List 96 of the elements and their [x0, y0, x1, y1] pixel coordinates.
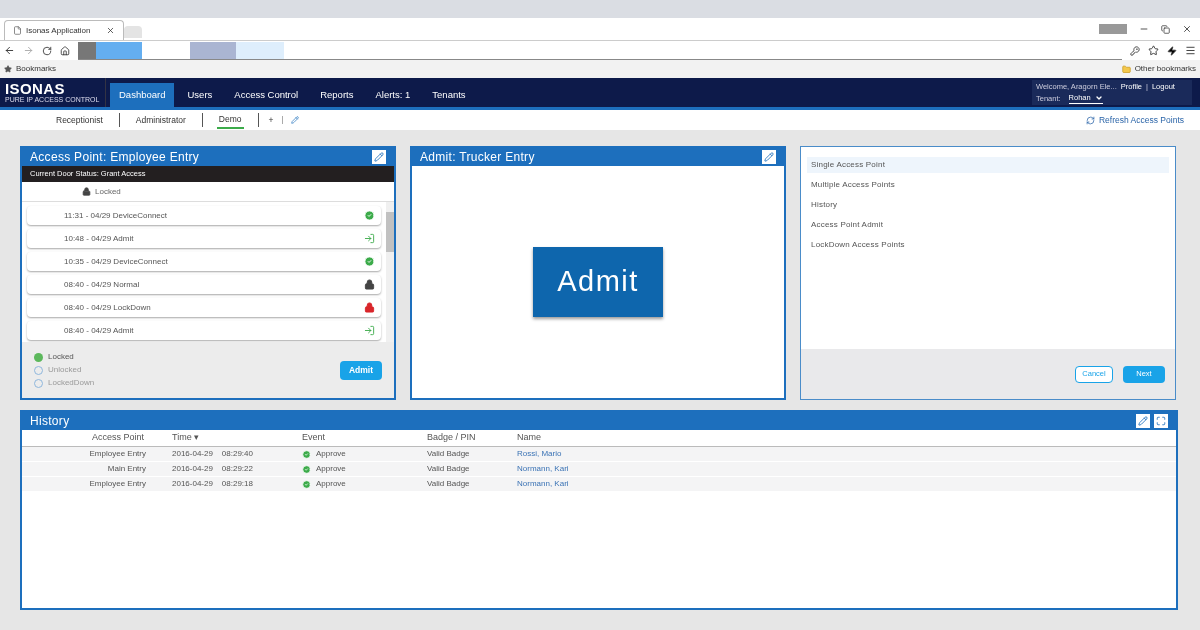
view-tab[interactable]: Demo [216, 111, 244, 129]
home-icon[interactable] [60, 45, 70, 56]
check-icon [364, 256, 375, 267]
wizard-option[interactable]: Single Access Point [807, 157, 1169, 173]
nav-tab[interactable]: Dashboard [110, 83, 175, 107]
pencil-icon[interactable] [290, 116, 299, 124]
event-text: 08:40 - 04/29 LockDown [64, 301, 151, 314]
radio-label: Locked [48, 351, 74, 363]
star-icon [4, 65, 12, 73]
event-row[interactable]: 10:35 - 04/29 DeviceConnect [27, 252, 381, 271]
back-icon[interactable] [4, 45, 15, 56]
table-cell-text: 2016-04-29 08:29:18 [171, 478, 254, 490]
edit-button[interactable] [372, 150, 386, 164]
refresh-link[interactable]: Refresh Access Points [1098, 113, 1184, 127]
nav-tab[interactable]: Alerts: 1 [366, 83, 420, 107]
column-header[interactable]: Event [276, 431, 401, 445]
lock-icon [82, 187, 91, 196]
nav-tab[interactable]: Reports [311, 83, 363, 107]
wizard-option[interactable]: Access Point Admit [807, 217, 1169, 233]
scrollbar[interactable] [386, 202, 394, 342]
table-cell-text: 2016-04-29 08:29:22 [171, 463, 254, 475]
edit-button[interactable] [1136, 414, 1150, 428]
other-bookmarks[interactable]: Other bookmarks [1134, 63, 1196, 75]
event-text: 08:40 - 04/29 Normal [64, 278, 140, 291]
event-text: 11:31 - 04/29 DeviceConnect [64, 209, 168, 222]
lock-icon [364, 302, 375, 313]
event-row[interactable]: 11:31 - 04/29 DeviceConnect [27, 206, 381, 225]
reload-icon[interactable] [42, 45, 52, 56]
door-entry-icon [364, 233, 375, 244]
wizard-option[interactable]: Multiple Access Points [807, 177, 1169, 193]
radio-label: Unlocked [48, 364, 82, 376]
nav-tab[interactable]: Access Control [225, 83, 308, 107]
close-icon[interactable] [106, 26, 115, 35]
bolt-icon[interactable] [1167, 45, 1177, 56]
event-row[interactable]: 08:40 - 04/29 Admit [27, 321, 381, 340]
wizard-option[interactable]: LockDown Access Points [807, 237, 1169, 253]
address-field[interactable] [78, 41, 1122, 60]
panel-title: Access Point: Employee Entry [30, 149, 200, 166]
wizard-option[interactable]: History [807, 197, 1169, 213]
table-cell-text: Employee Entry [88, 478, 146, 490]
radio-label: LockedDown [48, 377, 95, 389]
logo: ISONAS [5, 81, 65, 96]
key-icon[interactable] [1130, 45, 1140, 56]
browser-tab[interactable]: Isonas Application [4, 20, 124, 40]
column-header[interactable]: Access Point [22, 431, 146, 445]
maximize-icon [1156, 416, 1166, 426]
pencil-icon [374, 152, 384, 162]
table-cell-text: 2016-04-29 08:29:40 [171, 448, 254, 460]
pencil-icon [764, 152, 774, 162]
name-link[interactable]: Rossi, Mario [491, 448, 1176, 460]
event-row[interactable]: 08:40 - 04/29 Normal [27, 275, 381, 294]
star-icon[interactable] [1148, 45, 1159, 56]
table-cell: Approve [316, 463, 346, 475]
add-tab-button[interactable]: + [268, 113, 274, 127]
lock-icon [364, 279, 375, 290]
admit-button[interactable]: Admit [533, 247, 663, 317]
table-cell-text: Valid Badge [426, 448, 471, 460]
view-tab[interactable]: Receptionist [54, 111, 105, 129]
nav-tab[interactable]: Users [178, 83, 222, 107]
menu-icon[interactable] [1185, 45, 1196, 56]
edit-button[interactable] [762, 150, 776, 164]
door-entry-icon [364, 325, 375, 336]
table-cell: Approve [316, 478, 346, 490]
nav-tab[interactable]: Tenants [423, 83, 475, 107]
name-link[interactable]: Normann, Kari [491, 478, 1176, 490]
tab-title: Isonas Application [26, 24, 92, 37]
user-badge [1099, 24, 1127, 34]
table-cell: Approve [316, 448, 346, 460]
event-text: 08:40 - 04/29 Admit [64, 324, 134, 337]
table-cell-text: Valid Badge [426, 463, 471, 475]
maximize-button[interactable] [1154, 414, 1168, 428]
check-icon [364, 210, 375, 221]
panel-title: Admit: Trucker Entry [420, 149, 535, 166]
event-text: 10:35 - 04/29 DeviceConnect [64, 255, 168, 268]
table-cell-text: Main Entry [106, 463, 146, 475]
table-cell-text: Valid Badge [426, 478, 471, 490]
column-header[interactable]: Badge / PIN [401, 431, 491, 445]
page-icon [13, 26, 22, 35]
forward-icon[interactable] [23, 45, 34, 56]
column-header[interactable]: Name [491, 431, 1176, 445]
event-text: 10:48 - 04/29 Admit [64, 232, 134, 245]
column-header[interactable]: Time ▾ [146, 431, 276, 445]
bookmarks-label[interactable]: Bookmarks [16, 63, 56, 75]
view-tab[interactable]: Administrator [133, 111, 188, 129]
panel-title: History [30, 413, 70, 430]
event-row[interactable]: 10:48 - 04/29 Admit [27, 229, 381, 248]
pencil-icon [1138, 416, 1148, 426]
refresh-icon[interactable] [1085, 115, 1095, 125]
close-icon[interactable] [1182, 24, 1192, 34]
folder-icon [1121, 64, 1131, 74]
restore-icon[interactable] [1161, 24, 1170, 34]
event-row[interactable]: 08:40 - 04/29 LockDown [27, 298, 381, 317]
lock-state: Locked [95, 185, 121, 198]
radio-button[interactable] [34, 352, 43, 362]
name-link[interactable]: Normann, Kari [491, 463, 1176, 475]
table-cell-text: Employee Entry [88, 448, 146, 460]
